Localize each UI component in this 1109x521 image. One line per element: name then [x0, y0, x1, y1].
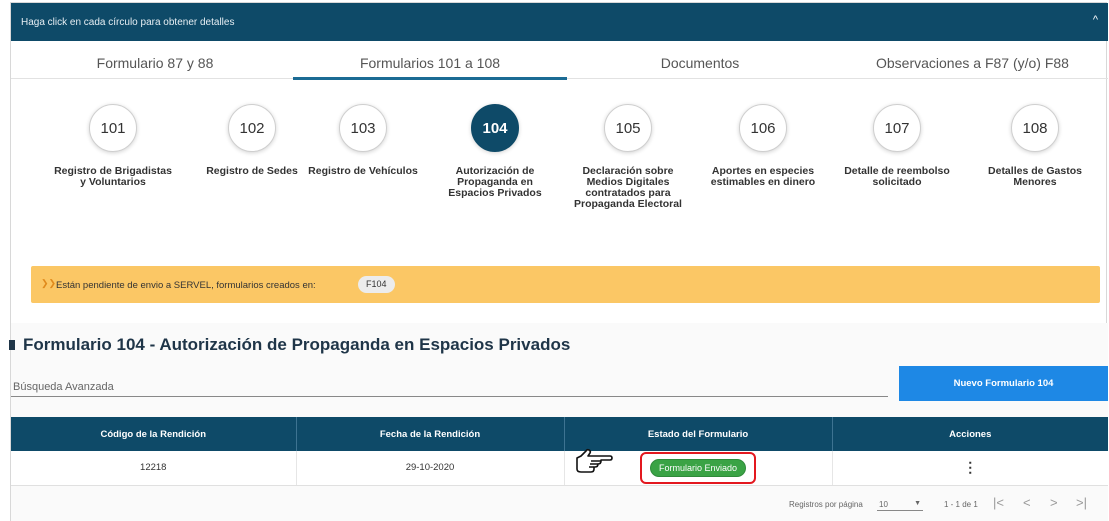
first-page-icon[interactable]: |< [993, 495, 1004, 510]
form-label: Autorización de Propaganda en Espacios P… [448, 165, 542, 199]
more-vert-icon[interactable]: ⋮ [963, 459, 977, 475]
advanced-search [11, 367, 888, 397]
form-item-107[interactable]: 107 Detalle de reembolso solicitado [830, 79, 964, 188]
chevron-up-icon[interactable]: ^ [1093, 14, 1098, 26]
status-highlight: Formulario Enviado [576, 448, 757, 484]
prev-page-icon[interactable]: < [1023, 495, 1031, 510]
form-label: Aportes en especies estimables en dinero [710, 165, 816, 188]
red-highlight-box [639, 451, 757, 484]
app-frame: Haga click en cada círculo para obtener … [9, 2, 1108, 521]
cell-acciones: ⋮ [832, 451, 1108, 486]
tab-formulario-87-88[interactable]: Formulario 87 y 88 [11, 41, 299, 79]
pending-message: Están pendiente de envio a SERVEL, formu… [56, 280, 316, 291]
double-chevron-right-icon: ❯❯ [41, 278, 57, 288]
form-label: Detalles de Gastos Menores [988, 165, 1082, 188]
tab-documentos[interactable]: Documentos [563, 41, 837, 79]
caret-down-icon: ▼ [914, 500, 921, 507]
form-circle[interactable]: 107 [873, 104, 921, 152]
pending-form-chip[interactable]: F104 [358, 276, 395, 293]
column-header-estado[interactable]: Estado del Formulario [564, 417, 833, 451]
table-header-row: Código de la Rendición Fecha de la Rendi… [11, 417, 1108, 451]
form-label: Detalle de reembolso solicitado [844, 165, 950, 188]
tab-label: Formularios 101 a 108 [359, 55, 501, 71]
form-circle[interactable]: 106 [739, 104, 787, 152]
tab-bar: Formulario 87 y 88 Formularios 101 a 108… [11, 41, 1108, 80]
tab-formularios-101-108[interactable]: Formularios 101 a 108 [293, 41, 567, 80]
per-page-select[interactable]: 10 ▼ [877, 497, 923, 511]
form-label: Registro de Vehículos [308, 165, 418, 177]
form-circle[interactable]: 101 [89, 104, 137, 152]
pending-banner: ❯❯ Están pendiente de envio a SERVEL, fo… [31, 266, 1100, 303]
new-form-104-button[interactable]: Nuevo Formulario 104 [899, 366, 1108, 401]
rendiciones-table: Código de la Rendición Fecha de la Rendi… [11, 417, 1108, 486]
column-header-acciones[interactable]: Acciones [832, 417, 1108, 451]
next-page-icon[interactable]: > [1050, 495, 1058, 510]
column-header-fecha[interactable]: Fecha de la Rendición [296, 417, 565, 451]
pointing-hand-icon [576, 448, 613, 473]
info-hint: Haga click en cada círculo para obtener … [21, 17, 235, 28]
form-circle-list: 101 Registro de Brigadistas y Voluntario… [11, 79, 1108, 259]
cell-estado: Formulario Enviado [564, 448, 833, 486]
cell-fecha: 29-10-2020 [296, 451, 565, 486]
form-section: Formulario 104 - Autorización de Propaga… [9, 323, 1108, 521]
table-row: 12218 29-10-2020 Formulario Enviado ⋮ [11, 448, 1108, 486]
form-item-108[interactable]: 108 Detalles de Gastos Menores [968, 79, 1102, 188]
advanced-search-input[interactable] [11, 367, 888, 395]
last-page-icon[interactable]: >| [1076, 495, 1087, 510]
tab-label: Formulario 87 y 88 [96, 55, 214, 71]
form-label: Registro de Brigadistas y Voluntarios [54, 165, 172, 188]
form-item-101[interactable]: 101 Registro de Brigadistas y Voluntario… [46, 79, 180, 188]
form-circle[interactable]: 108 [1011, 104, 1059, 152]
form-item-104[interactable]: 104 Autorización de Propaganda en Espaci… [428, 79, 562, 199]
info-bar: Haga click en cada círculo para obtener … [11, 3, 1108, 41]
form-circle[interactable]: 105 [604, 104, 652, 152]
page-range: 1 - 1 de 1 [944, 500, 978, 509]
form-circle[interactable]: 102 [228, 104, 276, 152]
page-title-text: Formulario 104 - Autorización de Propaga… [23, 335, 571, 354]
form-item-105[interactable]: 105 Declaración sobre Medios Digitales c… [561, 79, 695, 210]
tab-observaciones[interactable]: Observaciones a F87 (y/o) F88 [837, 41, 1108, 79]
page-title: Formulario 104 - Autorización de Propaga… [9, 335, 570, 355]
form-circle-active[interactable]: 104 [471, 104, 519, 152]
tab-label: Observaciones a F87 (y/o) F88 [876, 55, 1069, 71]
column-header-codigo[interactable]: Código de la Rendición [11, 417, 297, 451]
per-page-label: Registros por página [789, 500, 863, 509]
form-label: Declaración sobre Medios Digitales contr… [574, 165, 682, 210]
form-item-103[interactable]: 103 Registro de Vehículos [296, 79, 430, 177]
bar-chart-icon [9, 340, 17, 350]
cell-codigo: 12218 [11, 451, 297, 486]
tab-label: Documentos [660, 55, 740, 71]
form-item-106[interactable]: 106 Aportes en especies estimables en di… [696, 79, 830, 188]
form-circle[interactable]: 103 [339, 104, 387, 152]
pagination: Registros por página 10 ▼ 1 - 1 de 1 |< … [11, 491, 1108, 517]
per-page-value: 10 [879, 500, 888, 509]
